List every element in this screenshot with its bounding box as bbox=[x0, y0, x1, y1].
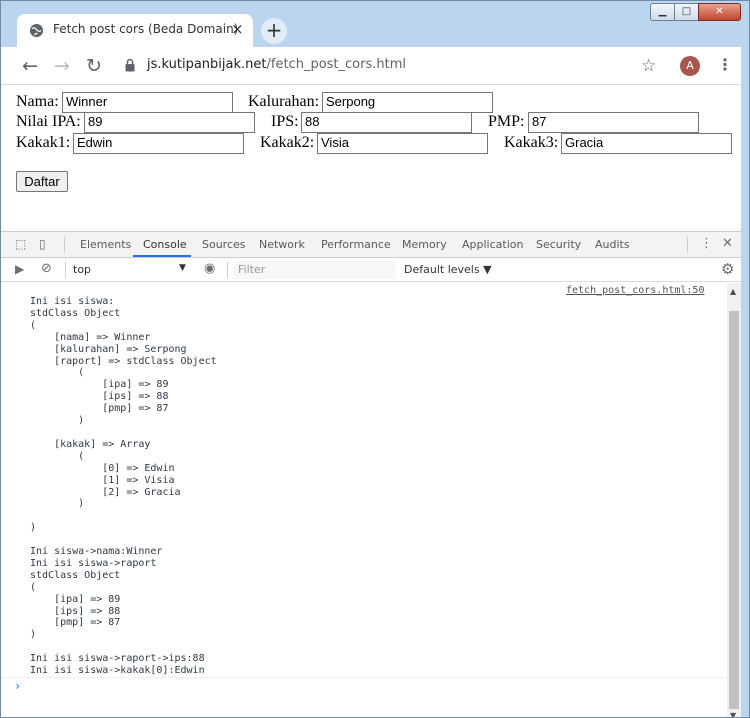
devtools-panel: ⬚ ▯ Elements Console Sources Network Per… bbox=[1, 231, 749, 717]
log-levels-dropdown[interactable]: Default levels ▼ bbox=[404, 263, 492, 276]
kakak3-label: Kakak3: bbox=[504, 134, 559, 151]
reload-icon[interactable]: ↻ bbox=[81, 53, 107, 79]
tab-console[interactable]: Console bbox=[143, 238, 187, 251]
nama-input[interactable]: Winner bbox=[62, 92, 233, 113]
pmp-label: PMP: bbox=[488, 113, 525, 130]
page-content: Nama: Winner Kalurahan: Serpong Nilai IP… bbox=[1, 86, 749, 231]
url-host: js.kutipanbijak.net bbox=[147, 57, 267, 72]
ipa-label: Nilai IPA: bbox=[16, 113, 81, 130]
scroll-down-arrow-icon[interactable]: ▼ bbox=[730, 711, 736, 717]
back-arrow-icon[interactable]: ← bbox=[17, 53, 43, 79]
devtools-menu-icon[interactable]: ⋮ bbox=[700, 236, 713, 251]
browser-tab[interactable]: Fetch post cors (Beda Domain) × bbox=[17, 14, 253, 47]
devtools-close-icon[interactable]: ✕ bbox=[722, 236, 733, 251]
toolbar-divider bbox=[64, 237, 65, 253]
device-toolbar-icon[interactable]: ▯ bbox=[39, 237, 53, 251]
tab-sources[interactable]: Sources bbox=[202, 238, 246, 251]
browser-menu-icon[interactable]: ⋮ bbox=[717, 55, 733, 74]
pmp-input[interactable]: 87 bbox=[528, 112, 699, 133]
window-frame-right bbox=[741, 1, 749, 717]
tab-security[interactable]: Security bbox=[536, 238, 581, 251]
console-output-area: fetch_post_cors.html:50 Ini isi siswa: s… bbox=[1, 283, 727, 677]
console-filter-input[interactable]: Filter bbox=[234, 261, 396, 279]
console-sidebar-icon[interactable]: ▶ bbox=[15, 262, 29, 276]
forward-arrow-icon[interactable]: → bbox=[49, 53, 75, 79]
kalurahan-input[interactable]: Serpong bbox=[322, 92, 493, 113]
scroll-up-arrow-icon[interactable]: ▲ bbox=[730, 287, 736, 296]
window-controls: ▁ □ ✕ bbox=[650, 3, 741, 21]
tab-audits[interactable]: Audits bbox=[595, 238, 630, 251]
tab-network[interactable]: Network bbox=[259, 238, 305, 251]
tab-elements[interactable]: Elements bbox=[80, 238, 131, 251]
profile-avatar[interactable]: A bbox=[680, 56, 700, 76]
eye-icon[interactable]: ◉ bbox=[204, 261, 218, 276]
maximize-button[interactable]: □ bbox=[674, 3, 699, 21]
close-window-button[interactable]: ✕ bbox=[698, 3, 741, 21]
tab-application[interactable]: Application bbox=[462, 238, 523, 251]
globe-icon bbox=[29, 23, 44, 38]
bookmark-star-icon[interactable]: ☆ bbox=[641, 56, 656, 76]
console-toolbar: ▶ ⊘ top ▼ ◉ Filter Default levels ▼ ⚙ bbox=[1, 258, 749, 282]
console-prompt[interactable]: › bbox=[1, 677, 727, 699]
nama-label: Nama: bbox=[16, 93, 59, 110]
gear-icon[interactable]: ⚙ bbox=[721, 260, 734, 278]
tab-memory[interactable]: Memory bbox=[402, 238, 447, 251]
minimize-button[interactable]: ▁ bbox=[650, 3, 675, 21]
clear-console-icon[interactable]: ⊘ bbox=[41, 261, 55, 276]
console-scrollbar[interactable]: ▲ ▼ bbox=[727, 283, 741, 717]
scrollbar-thumb[interactable] bbox=[729, 311, 739, 709]
ips-input[interactable]: 88 bbox=[301, 112, 472, 133]
tab-close-icon[interactable]: × bbox=[231, 20, 244, 38]
kakak1-label: Kakak1: bbox=[16, 134, 71, 151]
prompt-chevron-icon: › bbox=[14, 679, 22, 693]
url-path: /fetch_post_cors.html bbox=[266, 57, 406, 72]
lock-icon bbox=[125, 58, 135, 72]
kalurahan-label: Kalurahan: bbox=[248, 93, 320, 110]
browser-toolbar: ← → ↻ js.kutipanbijak.net/fetch_post_cor… bbox=[1, 47, 749, 85]
browser-window: Fetch post cors (Beda Domain) × + ▁ □ ✕ … bbox=[0, 0, 750, 718]
ips-label: IPS: bbox=[271, 113, 299, 130]
toolbar-divider bbox=[687, 237, 688, 253]
kakak3-input[interactable]: Gracia bbox=[561, 133, 732, 154]
kakak2-label: Kakak2: bbox=[260, 134, 315, 151]
context-selector[interactable]: top bbox=[73, 263, 91, 276]
toolbar-divider bbox=[65, 262, 66, 278]
devtools-tab-bar: ⬚ ▯ Elements Console Sources Network Per… bbox=[1, 232, 749, 258]
kakak2-input[interactable]: Visia bbox=[317, 133, 488, 154]
ipa-input[interactable]: 89 bbox=[84, 112, 255, 133]
new-tab-button[interactable]: + bbox=[261, 18, 287, 44]
tab-performance[interactable]: Performance bbox=[321, 238, 391, 251]
toolbar-divider bbox=[227, 262, 228, 278]
address-bar[interactable]: js.kutipanbijak.net/fetch_post_cors.html bbox=[111, 52, 671, 80]
url-text[interactable]: js.kutipanbijak.net/fetch_post_cors.html bbox=[147, 57, 406, 72]
kakak1-input[interactable]: Edwin bbox=[73, 133, 244, 154]
active-tab-indicator bbox=[133, 255, 191, 257]
chevron-down-icon[interactable]: ▼ bbox=[179, 263, 186, 273]
console-log-message: Ini isi siswa: stdClass Object ( [nama] … bbox=[30, 296, 217, 677]
tab-title: Fetch post cors (Beda Domain) bbox=[53, 22, 239, 36]
tab-strip: Fetch post cors (Beda Domain) × + ▁ □ ✕ bbox=[1, 1, 749, 47]
inspect-element-icon[interactable]: ⬚ bbox=[15, 237, 29, 251]
console-source-link[interactable]: fetch_post_cors.html:50 bbox=[566, 285, 704, 296]
daftar-button[interactable]: Daftar bbox=[16, 171, 68, 192]
